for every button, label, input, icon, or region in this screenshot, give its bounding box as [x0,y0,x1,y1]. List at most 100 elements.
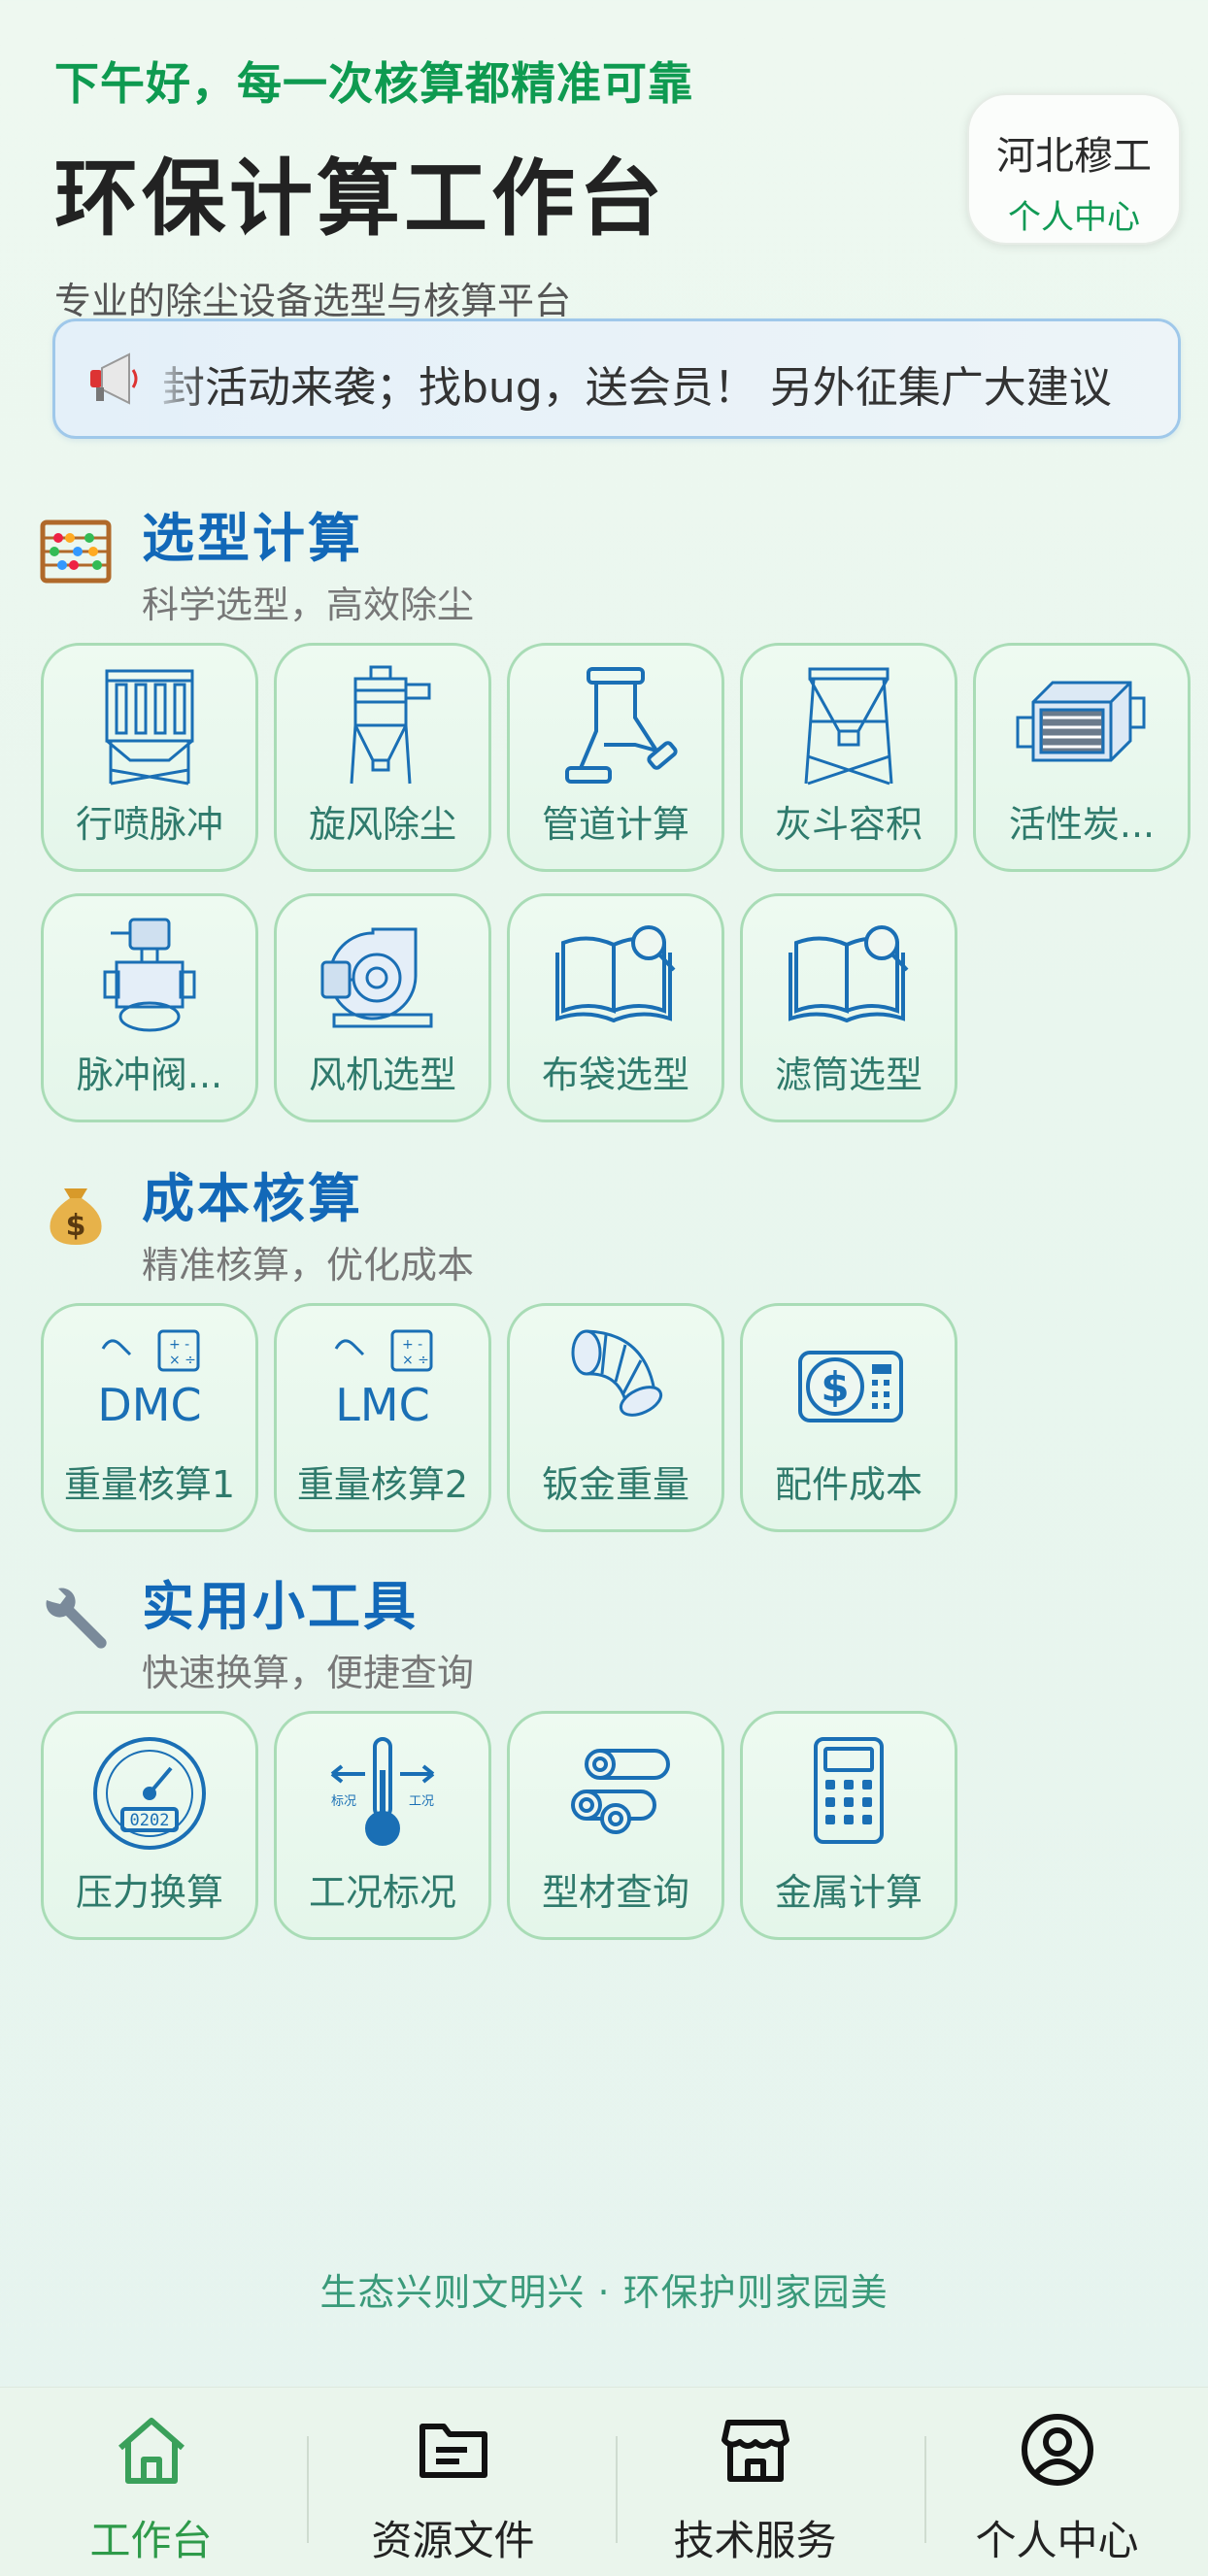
tile-label: 灰斗容积 [774,803,923,846]
tool-pressure-convert[interactable]: 0202 压力换算 [41,1711,258,1940]
tile-label: 压力换算 [75,1871,223,1914]
section-title: 实用小工具 [142,1576,419,1637]
cyclone-icon [350,665,431,785]
profile-link[interactable]: 个人中心 [969,190,1179,238]
tab-label: 个人中心 [975,2517,1139,2564]
tool-activated-carbon[interactable]: 活性炭... [973,643,1191,872]
header: 下午好，每一次核算都精准可靠 环保计算工作台 专业的除尘设备选型与核算平台 [54,49,1025,324]
tab-label: 工作台 [89,2517,213,2564]
tool-condition-convert[interactable]: 标况 工况 工况标况 [274,1711,491,1940]
section-title: 成本核算 [142,1168,363,1229]
tool-pulse-valve[interactable]: 脉冲阀... [41,893,258,1122]
tool-profile-lookup[interactable]: 型材查询 [507,1711,724,1940]
abacus-icon [40,519,112,584]
work-tag: 工况 [409,1794,434,1809]
svg-text:$: $ [821,1363,849,1411]
tool-bag-selection[interactable]: 布袋选型 [507,893,724,1122]
hopper-icon [804,667,893,786]
dmc-calc-icon: + - × ÷ DMC [97,1329,202,1431]
dmc-tag: DMC [97,1379,201,1431]
tab-resources[interactable]: 资源文件 [302,2388,604,2576]
thermometer-icon: 标况 工况 [330,1737,435,1846]
section-header-cost: $ 成本核算 精准核算，优化成本 [39,1155,719,1287]
pressure-gauge-icon: 0202 [93,1737,206,1850]
svg-text:× ÷: × ÷ [402,1353,429,1368]
money-bag-icon: $ [50,1188,102,1245]
tab-workbench[interactable]: 工作台 [0,2388,302,2576]
pipes-bundle-icon [571,1749,670,1834]
tile-label: 配件成本 [774,1463,923,1506]
svg-text:$: $ [66,1209,86,1243]
dollar-calc-icon: $ [798,1351,903,1422]
gauge-display: 0202 [130,1811,170,1830]
folder-icon [419,2424,487,2478]
calculator-icon [814,1737,884,1844]
svg-text:× ÷: × ÷ [169,1353,196,1368]
tile-label: 工况标况 [308,1871,456,1914]
notice-banner[interactable]: 封活动来袭；找bug，送会员！ 另外征集广大建议 [52,318,1181,439]
tile-label: 重量核算1 [63,1463,236,1506]
pipe-icon [565,667,678,784]
tool-fan-selection[interactable]: 风机选型 [274,893,491,1122]
page-title: 环保计算工作台 [54,151,666,248]
tile-label: 型材查询 [541,1871,689,1914]
user-icon [1021,2414,1093,2486]
tile-label: 布袋选型 [541,1054,689,1096]
lmc-tag: LMC [335,1379,429,1431]
section-subtitle: 科学选型，高效除尘 [142,584,475,626]
tool-cartridge-selection[interactable]: 滤筒选型 [740,893,957,1122]
tool-parts-cost[interactable]: $ 配件成本 [740,1303,957,1532]
carbon-box-icon [1016,681,1146,762]
std-tag: 标况 [331,1794,356,1809]
tool-cyclone[interactable]: 旋风除尘 [274,643,491,872]
lmc-calc-icon: + - × ÷ LMC [334,1329,433,1431]
tile-label: 管道计算 [541,803,689,846]
tile-label: 旋风除尘 [308,803,456,846]
book-search-icon [789,925,909,1023]
tool-weight-calc-1[interactable]: + - × ÷ DMC 重量核算1 [41,1303,258,1532]
baghouse-icon [105,669,194,786]
tool-baghouse-pulse[interactable]: 行喷脉冲 [41,643,258,872]
tile-label: 滤筒选型 [774,1054,923,1096]
store-icon [721,2420,789,2482]
tab-label: 技术服务 [673,2517,837,2564]
tool-metal-calc[interactable]: 金属计算 [740,1711,957,1940]
notice-fade-right [1110,321,1178,436]
book-search-icon [555,925,676,1023]
section-header-selection: 选型计算 科学选型，高效除尘 [39,495,719,626]
section-header-tools: 实用小工具 快速换算，便捷查询 [39,1563,719,1694]
tile-label: 活性炭... [1008,803,1156,846]
section-subtitle: 精准核算，优化成本 [142,1244,475,1287]
pulse-valve-icon [103,918,196,1032]
tile-label: 金属计算 [774,1871,923,1914]
wrench-icon [46,1588,107,1649]
tile-label: 风机选型 [308,1054,456,1096]
megaphone-icon [90,352,138,405]
notice-text: 封活动来袭；找bug，送会员！ 另外征集广大建议 [162,363,1112,413]
footer-slogan: 生态兴则文明兴 · 环保护则家园美 [319,2271,889,2314]
tab-label: 资源文件 [371,2517,535,2564]
tile-label: 行喷脉冲 [75,803,223,846]
home-icon [117,2418,185,2484]
greeting: 下午好，每一次核算都精准可靠 [54,57,693,110]
section-subtitle: 快速换算，便捷查询 [142,1652,475,1694]
svg-text:+ -: + - [402,1337,422,1353]
tool-pipe-calc[interactable]: 管道计算 [507,643,724,872]
page-subtitle: 专业的除尘设备选型与核算平台 [54,280,572,322]
tool-weight-calc-2[interactable]: + - × ÷ LMC 重量核算2 [274,1303,491,1532]
elbow-duct-icon [571,1329,663,1417]
svg-text:+ -: + - [169,1337,189,1353]
tile-label: 脉冲阀... [76,1054,223,1096]
tool-sheet-metal-weight[interactable]: 钣金重量 [507,1303,724,1532]
tab-tech-service[interactable]: 技术服务 [604,2388,906,2576]
bottom-tab-bar: 工作台 资源文件 技术服务 个人中心 [0,2387,1208,2576]
tool-hopper-volume[interactable]: 灰斗容积 [740,643,957,872]
tab-profile[interactable]: 个人中心 [906,2388,1208,2576]
profile-name: 河北穆工 [996,134,1152,179]
tile-label: 钣金重量 [541,1463,689,1506]
notice-fade-left [149,321,207,436]
tile-label: 重量核算2 [296,1463,469,1506]
profile-card[interactable]: 河北穆工 个人中心 [967,93,1181,245]
section-title: 选型计算 [142,508,363,569]
fan-icon [320,927,433,1028]
